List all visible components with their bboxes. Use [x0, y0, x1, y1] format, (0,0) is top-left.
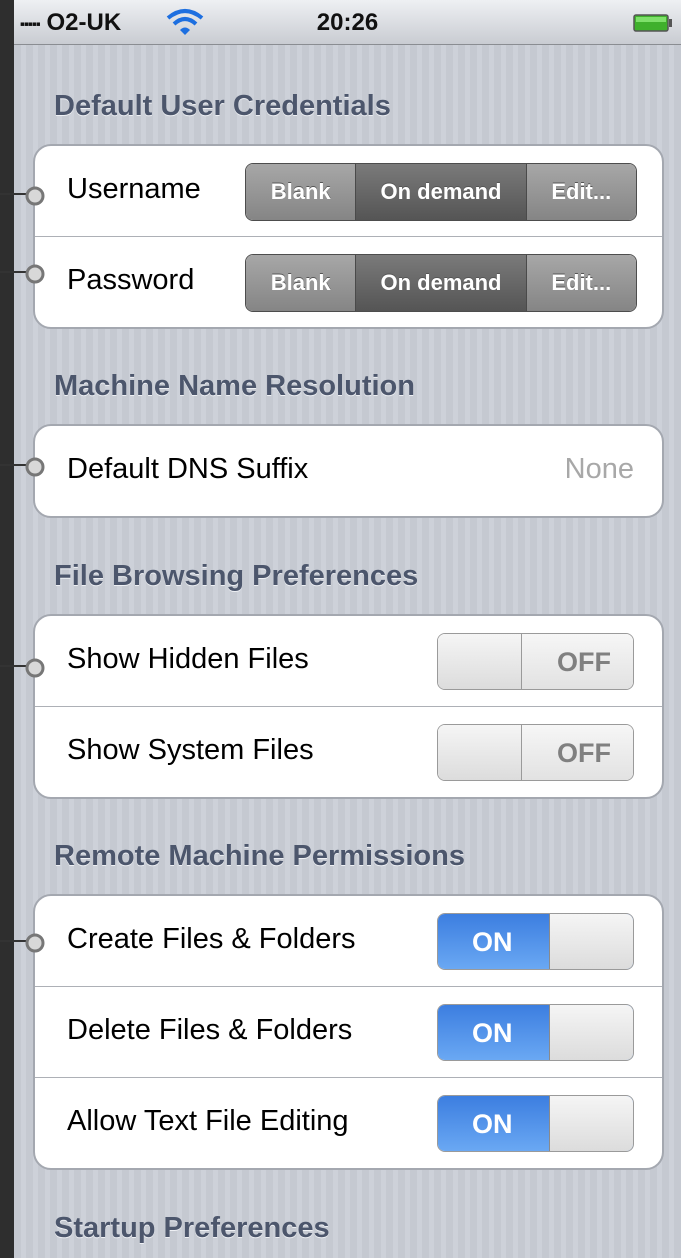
toggle-knob: [549, 1096, 633, 1151]
callout-pin-icon: [0, 933, 45, 953]
delete-files-row: Delete Files & Folders ON: [35, 987, 662, 1078]
show-hidden-files-label: Show Hidden Files: [67, 643, 309, 675]
callout-pin-icon: [0, 457, 45, 477]
password-on-demand-segment[interactable]: On demand: [356, 255, 527, 311]
password-row: Password Blank On demand Edit...: [35, 237, 662, 327]
callout-pin-icon: [0, 264, 45, 284]
create-files-row: Create Files & Folders ON: [35, 896, 662, 987]
show-system-files-row: Show System Files OFF: [35, 707, 662, 797]
username-segmented-control: Blank On demand Edit...: [245, 163, 637, 221]
callout-pin-icon: [0, 186, 45, 206]
permissions-group: Create Files & Folders ON Delete Files &…: [33, 894, 664, 1170]
section-header-permissions: Remote Machine Permissions: [54, 840, 465, 872]
browsing-group: Show Hidden Files OFF Show System Files …: [33, 614, 664, 799]
section-header-resolution: Machine Name Resolution: [54, 370, 415, 402]
toggle-state-text: OFF: [557, 738, 611, 768]
battery-icon: [633, 14, 672, 32]
toggle-knob: [549, 1005, 633, 1060]
dns-suffix-value: None: [564, 453, 634, 485]
toggle-knob: [549, 914, 633, 969]
username-edit-segment[interactable]: Edit...: [526, 164, 636, 220]
resolution-group: Default DNS Suffix None: [33, 424, 664, 518]
text-editing-row: Allow Text File Editing ON: [35, 1078, 662, 1168]
toggle-state-text: ON: [472, 1109, 513, 1139]
create-files-toggle[interactable]: ON: [437, 913, 634, 970]
delete-files-label: Delete Files & Folders: [67, 1014, 353, 1046]
username-row: Username Blank On demand Edit...: [35, 146, 662, 237]
section-header-startup: Startup Preferences: [54, 1212, 330, 1244]
toggle-state-text: ON: [472, 1018, 513, 1048]
credentials-group: Username Blank On demand Edit... Passwor…: [33, 144, 664, 329]
show-system-files-label: Show System Files: [67, 734, 314, 766]
toggle-knob: [438, 725, 522, 780]
show-hidden-files-row: Show Hidden Files OFF: [35, 616, 662, 707]
section-header-browsing: File Browsing Preferences: [54, 560, 419, 592]
password-label: Password: [67, 264, 195, 296]
dns-suffix-row[interactable]: Default DNS Suffix None: [35, 426, 662, 516]
status-time: 20:26: [316, 9, 379, 36]
password-edit-segment[interactable]: Edit...: [526, 255, 636, 311]
text-editing-toggle[interactable]: ON: [437, 1095, 634, 1152]
settings-screen: ▪▪▪▪▪ O2-UK 20:26 Default User Credentia…: [14, 0, 681, 1258]
username-label: Username: [67, 173, 201, 205]
create-files-label: Create Files & Folders: [67, 923, 356, 955]
delete-files-toggle[interactable]: ON: [437, 1004, 634, 1061]
password-blank-segment[interactable]: Blank: [246, 255, 357, 311]
callout-pin-icon: [0, 658, 45, 678]
username-on-demand-segment[interactable]: On demand: [356, 164, 527, 220]
toggle-state-text: ON: [472, 927, 513, 957]
text-editing-label: Allow Text File Editing: [67, 1105, 349, 1137]
toggle-knob: [438, 634, 522, 689]
show-hidden-files-toggle[interactable]: OFF: [437, 633, 634, 690]
username-blank-segment[interactable]: Blank: [246, 164, 357, 220]
dns-suffix-label: Default DNS Suffix: [67, 453, 309, 485]
show-system-files-toggle[interactable]: OFF: [437, 724, 634, 781]
status-bar: ▪▪▪▪▪ O2-UK 20:26: [14, 0, 681, 45]
section-header-credentials: Default User Credentials: [54, 90, 391, 122]
password-segmented-control: Blank On demand Edit...: [245, 254, 637, 312]
toggle-state-text: OFF: [557, 647, 611, 677]
